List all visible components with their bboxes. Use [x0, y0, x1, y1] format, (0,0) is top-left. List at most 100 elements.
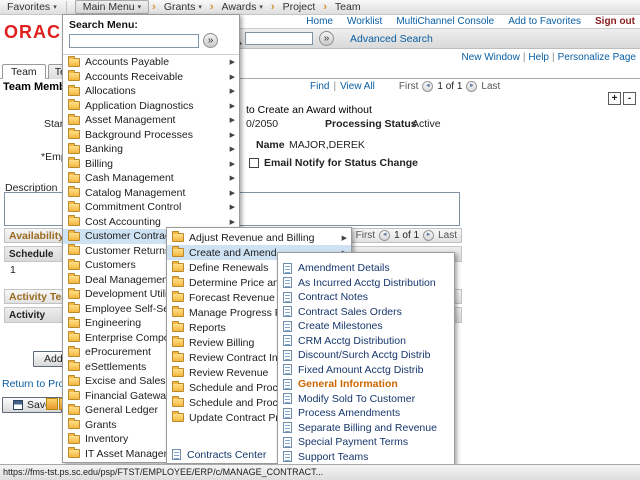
menu-item[interactable]: Modify Sold To Customer [278, 392, 454, 407]
sign-out-link[interactable]: Sign out [595, 16, 635, 27]
worklist-link[interactable]: Worklist [347, 16, 382, 27]
folder-icon [68, 261, 80, 270]
new-window-link[interactable]: New Window [461, 52, 519, 63]
menu-item[interactable]: Support Teams [278, 450, 454, 465]
folder-icon [68, 348, 80, 357]
doc-icon [283, 321, 292, 332]
menu-item[interactable]: CRM Acctg Distribution [278, 334, 454, 349]
processing-status-value: Active [412, 118, 441, 130]
menu-item[interactable]: General Information [278, 377, 454, 392]
menu-item[interactable]: Fixed Amount Acctg Distrib [278, 363, 454, 378]
toolbar-notify-icon[interactable] [46, 398, 58, 410]
submenu-arrow-icon: ▶ [230, 189, 235, 197]
chevron-down-icon: ▾ [198, 3, 202, 11]
folder-icon [172, 353, 184, 362]
menu-item[interactable]: Banking ▶ [63, 142, 239, 157]
menu-item[interactable]: As Incurred Acctg Distribution [278, 276, 454, 291]
view-all-link[interactable]: View All [340, 81, 375, 92]
folder-icon [68, 87, 80, 96]
breadcrumb-awards[interactable]: Awards ▾ [217, 1, 268, 13]
menu-item-label: Contract Notes [298, 291, 450, 303]
find-link[interactable]: Find [310, 81, 329, 92]
menu-item[interactable]: Discount/Surch Acctg Distrib [278, 348, 454, 363]
folder-icon [68, 174, 80, 183]
menu-item[interactable]: Asset Management ▶ [63, 113, 239, 128]
home-link[interactable]: Home [306, 16, 333, 27]
next-row-icon[interactable]: ► [466, 81, 477, 92]
menu-item-label: Application Diagnostics [85, 100, 226, 112]
menu-search-go-button[interactable]: » [203, 33, 218, 48]
doc-icon [283, 335, 292, 346]
menu-item-label: Special Payment Terms [298, 436, 450, 448]
header-search-input[interactable] [245, 32, 313, 45]
email-notify-label: Email Notify for Status Change [264, 157, 418, 169]
menu-item-label: Accounts Payable [85, 56, 226, 68]
menu-item-label: Cash Management [85, 172, 226, 184]
menu-item-label: Billing [85, 158, 226, 170]
menu-item[interactable]: Catalog Management ▶ [63, 186, 239, 201]
submenu-arrow-icon: ▶ [230, 218, 235, 226]
doc-icon [283, 437, 292, 448]
menu-item[interactable]: Contract Sales Orders [278, 305, 454, 320]
previous-row-icon[interactable]: ◄ [379, 230, 390, 241]
favorites-label: Favorites [7, 1, 50, 13]
folder-icon [172, 308, 184, 317]
next-row-icon[interactable]: ► [423, 230, 434, 241]
info-text: to Create an Award without [246, 104, 372, 116]
folder-icon [68, 377, 80, 386]
first-label: First [356, 230, 375, 241]
status-url: https://fms-tst.ps.sc.edu/psp/FTST/EMPLO… [3, 467, 323, 477]
search-bar: » Advanced Search [224, 28, 640, 49]
advanced-search-link[interactable]: Advanced Search [350, 33, 433, 45]
menu-item[interactable]: Adjust Revenue and Billing ▶ [167, 230, 351, 245]
top-navigation-bar: Favorites ▾ Main Menu ▾ › Grants ▾ › Awa… [0, 0, 640, 15]
menu-item-label: Process Amendments [298, 407, 450, 419]
menu-item[interactable]: Special Payment Terms [278, 435, 454, 450]
tab-team[interactable]: Team [2, 64, 46, 79]
doc-icon [283, 364, 292, 375]
menu-item[interactable]: Commitment Control ▶ [63, 200, 239, 215]
delete-row-button[interactable]: - [623, 92, 636, 105]
search-go-button[interactable]: » [319, 31, 334, 46]
breadcrumb-team[interactable]: Team [330, 1, 366, 13]
menu-item[interactable]: Allocations ▶ [63, 84, 239, 99]
doc-icon [283, 263, 292, 274]
menu-item[interactable]: Accounts Receivable ▶ [63, 70, 239, 85]
previous-row-icon[interactable]: ◄ [422, 81, 433, 92]
breadcrumb-grants[interactable]: Grants ▾ [159, 1, 207, 13]
personalize-page-link[interactable]: Personalize Page [558, 52, 636, 63]
doc-icon [283, 393, 292, 404]
folder-icon [68, 319, 80, 328]
favorites-menu[interactable]: Favorites ▾ [2, 1, 67, 13]
folder-icon [68, 159, 80, 168]
menu-item[interactable]: Application Diagnostics ▶ [63, 99, 239, 114]
folder-icon [68, 391, 80, 400]
multichannel-console-link[interactable]: MultiChannel Console [396, 16, 494, 27]
add-row-button[interactable]: + [608, 92, 621, 105]
menu-item[interactable]: Process Amendments [278, 406, 454, 421]
doc-icon [283, 451, 292, 462]
activity-label: Activity [9, 310, 45, 321]
menu-item[interactable]: Billing ▶ [63, 157, 239, 172]
main-menu-button[interactable]: Main Menu ▾ [75, 0, 149, 14]
menu-item-label: Support Teams [298, 451, 450, 463]
menu-item[interactable]: Amendment Details [278, 261, 454, 276]
help-link[interactable]: Help [528, 52, 549, 63]
menu-item[interactable]: Background Processes ▶ [63, 128, 239, 143]
menu-item-label: Adjust Revenue and Billing [189, 232, 338, 244]
breadcrumb-project[interactable]: Project [278, 1, 321, 13]
folder-icon [68, 232, 80, 241]
menu-item[interactable]: Contract Notes [278, 290, 454, 305]
separator: | [333, 81, 336, 92]
menu-item[interactable]: Cash Management ▶ [63, 171, 239, 186]
folder-icon [172, 293, 184, 302]
submenu-arrow-icon: ▶ [230, 203, 235, 211]
menu-item[interactable]: Accounts Payable ▶ [63, 55, 239, 70]
menu-item[interactable]: Create Milestones [278, 319, 454, 334]
breadcrumb-label: Project [283, 1, 316, 13]
menu-search-input[interactable] [69, 34, 199, 48]
menu-item[interactable]: Separate Billing and Revenue [278, 421, 454, 436]
email-notify-checkbox[interactable] [249, 158, 259, 168]
name-label: Name [256, 139, 285, 151]
add-to-favorites-link[interactable]: Add to Favorites [508, 16, 581, 27]
